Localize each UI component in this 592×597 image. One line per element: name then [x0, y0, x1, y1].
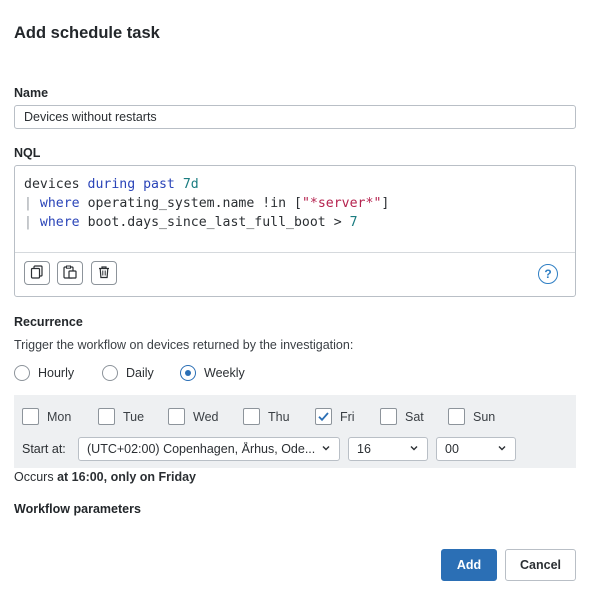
chevron-down-icon: [409, 442, 419, 456]
nql-operator: >: [333, 215, 342, 230]
occurs-prefix: Occurs: [14, 470, 54, 484]
dialog-title: Add schedule task: [14, 24, 160, 42]
day-label: Sun: [473, 409, 496, 424]
nql-bracket: ]: [381, 196, 390, 211]
timezone-select[interactable]: (UTC+02:00) Copenhagen, Århus, Ode...: [78, 437, 340, 461]
nql-pipe: |: [24, 196, 32, 211]
day-fri[interactable]: Fri: [315, 408, 355, 425]
radio-label: Weekly: [204, 366, 245, 380]
nql-bracket: [: [294, 196, 302, 211]
radio-button[interactable]: [14, 365, 30, 381]
nql-divider: [15, 252, 575, 253]
trash-icon: [97, 265, 111, 282]
recurrence-label: Recurrence: [14, 315, 83, 329]
radio-button[interactable]: [180, 365, 196, 381]
recurrence-description: Trigger the workflow on devices returned…: [14, 338, 354, 352]
name-input[interactable]: Devices without restarts: [14, 105, 576, 129]
day-thu[interactable]: Thu: [243, 408, 290, 425]
checkbox-checked[interactable]: [315, 408, 332, 425]
copy-icon: [30, 264, 44, 282]
day-tue[interactable]: Tue: [98, 408, 144, 425]
day-sat[interactable]: Sat: [380, 408, 424, 425]
delete-button[interactable]: [91, 261, 117, 285]
nql-keyword: where: [39, 215, 80, 230]
help-icon[interactable]: ?: [538, 264, 558, 284]
day-sun[interactable]: Sun: [448, 408, 495, 425]
checkbox[interactable]: [168, 408, 185, 425]
nql-field: operating_system.name: [87, 196, 255, 211]
day-label: Fri: [340, 409, 355, 424]
radio-hourly[interactable]: Hourly: [14, 365, 74, 381]
checkbox[interactable]: [448, 408, 465, 425]
add-button[interactable]: Add: [441, 549, 497, 581]
chevron-down-icon: [321, 442, 331, 456]
nql-pipe: |: [24, 215, 32, 230]
nql-editor[interactable]: devices during past 7d | where operating…: [14, 165, 576, 297]
nql-field: boot.days_since_last_full_boot: [87, 215, 326, 230]
day-label: Sat: [405, 409, 424, 424]
minute-select[interactable]: 00: [436, 437, 516, 461]
minute-value: 00: [445, 442, 459, 456]
checkbox[interactable]: [243, 408, 260, 425]
copy-button[interactable]: [24, 261, 50, 285]
radio-button[interactable]: [102, 365, 118, 381]
cancel-button[interactable]: Cancel: [505, 549, 576, 581]
radio-weekly[interactable]: Weekly: [180, 365, 245, 381]
day-label: Tue: [123, 409, 145, 424]
nql-token: devices: [24, 177, 80, 192]
day-label: Mon: [47, 409, 72, 424]
radio-label: Daily: [126, 366, 154, 380]
nql-label: NQL: [14, 146, 41, 160]
nql-string: "*server*": [301, 196, 382, 211]
hour-select[interactable]: 16: [348, 437, 428, 461]
checkbox[interactable]: [380, 408, 397, 425]
day-wed[interactable]: Wed: [168, 408, 218, 425]
timezone-value: (UTC+02:00) Copenhagen, Århus, Ode...: [87, 442, 316, 456]
nql-number: 7: [349, 215, 358, 230]
weekly-options-panel: Mon Tue Wed Thu Fri Sat Sun Start at: (U…: [14, 395, 576, 468]
nql-number: 7d: [182, 177, 199, 192]
hour-value: 16: [357, 442, 371, 456]
radio-daily[interactable]: Daily: [102, 365, 154, 381]
paste-button[interactable]: [57, 261, 83, 285]
occurs-summary: Occurs at 16:00, only on Friday: [14, 470, 196, 484]
nql-code[interactable]: devices during past 7d | where operating…: [24, 175, 389, 232]
nql-keyword: where: [39, 196, 80, 211]
day-mon[interactable]: Mon: [22, 408, 71, 425]
radio-label: Hourly: [38, 366, 75, 380]
checkbox[interactable]: [98, 408, 115, 425]
start-at-label: Start at:: [22, 442, 66, 456]
checkbox[interactable]: [22, 408, 39, 425]
name-label: Name: [14, 86, 49, 100]
day-label: Thu: [268, 409, 290, 424]
nql-operator: !in: [262, 196, 287, 211]
checkmark-icon: [318, 412, 329, 422]
chevron-down-icon: [497, 442, 507, 456]
paste-icon: [63, 265, 77, 282]
occurs-detail: at 16:00, only on Friday: [57, 470, 197, 484]
nql-keyword: during past: [87, 177, 175, 192]
day-label: Wed: [193, 409, 219, 424]
workflow-parameters-label: Workflow parameters: [14, 502, 141, 516]
